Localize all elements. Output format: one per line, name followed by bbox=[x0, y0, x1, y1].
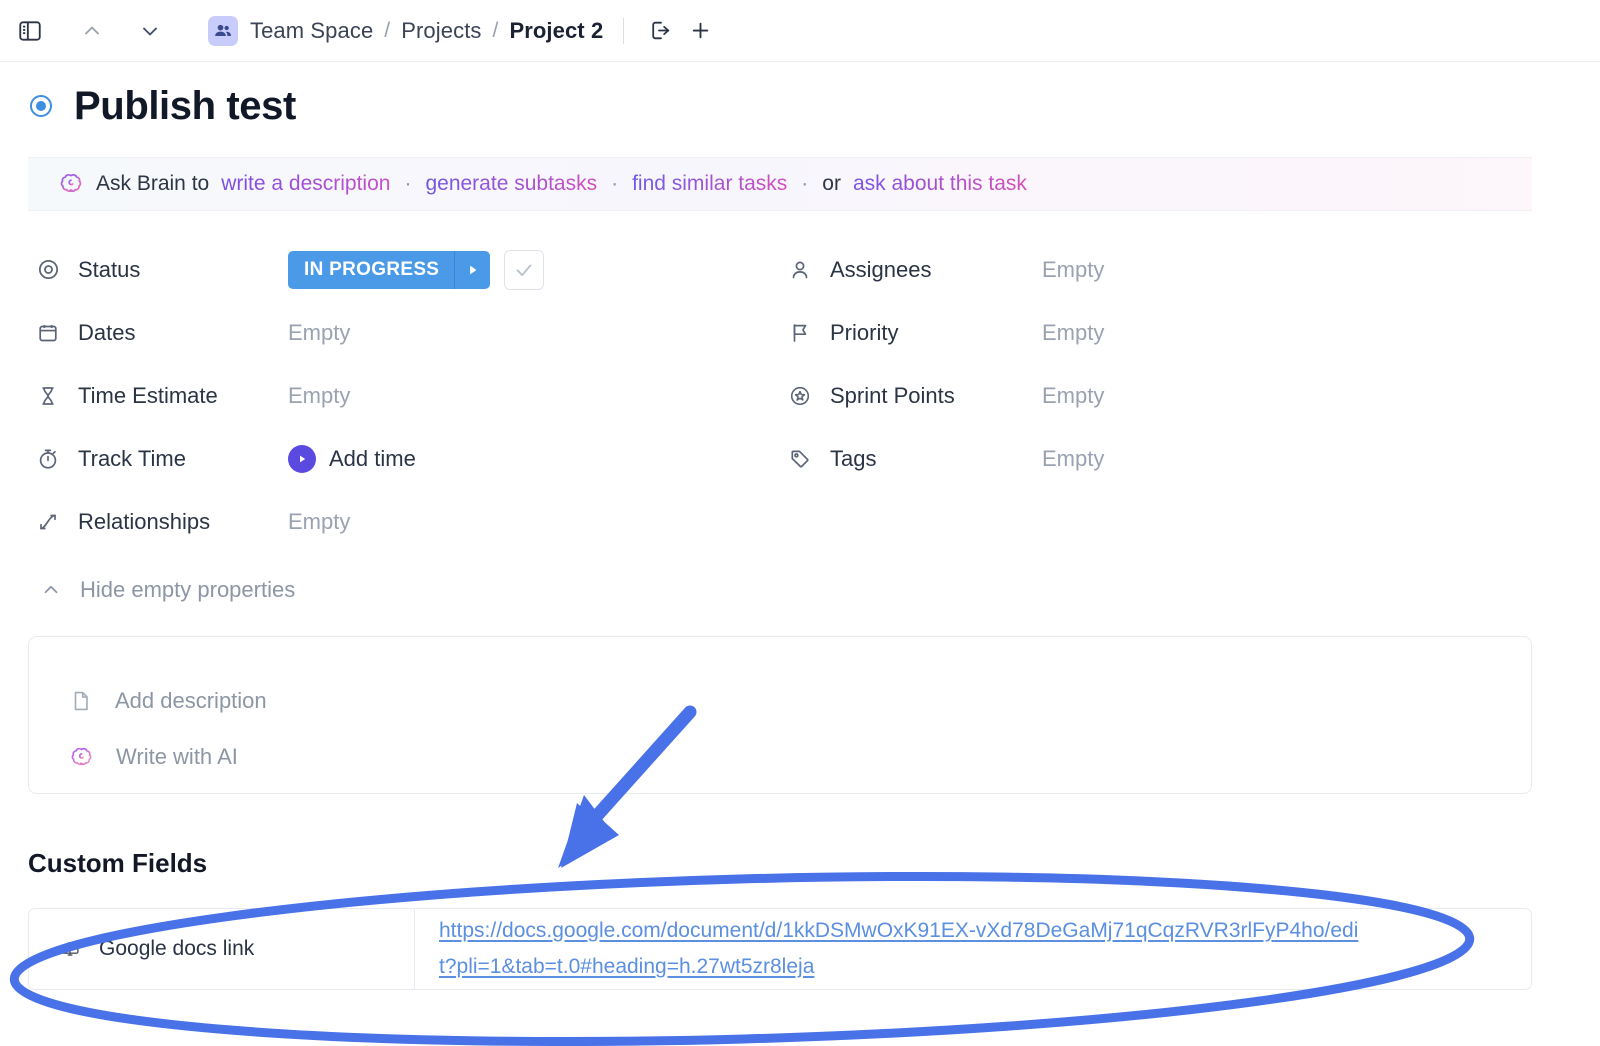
chevron-down-icon[interactable] bbox=[130, 11, 170, 51]
breadcrumb-item-projects[interactable]: Projects bbox=[401, 18, 481, 44]
property-label-time-estimate: Time Estimate bbox=[66, 383, 288, 409]
breadcrumb-item-project-2[interactable]: Project 2 bbox=[509, 18, 603, 44]
add-time-button[interactable]: Add time bbox=[288, 445, 416, 473]
add-description-label: Add description bbox=[115, 688, 267, 714]
properties-section: Status IN PROGRESS bbox=[0, 238, 1600, 553]
hide-empty-properties-label: Hide empty properties bbox=[80, 577, 295, 603]
plus-icon[interactable] bbox=[680, 11, 720, 51]
description-card: Add description Write with AI bbox=[28, 636, 1532, 794]
add-description-button[interactable]: Add description bbox=[69, 673, 1531, 729]
chevron-up-icon bbox=[40, 579, 62, 601]
document-icon bbox=[69, 689, 93, 713]
stopwatch-icon bbox=[36, 447, 66, 471]
calendar-icon bbox=[36, 321, 66, 345]
ai-banner-or: or bbox=[822, 172, 841, 196]
property-label-tags: Tags bbox=[818, 446, 1042, 472]
property-label-status: Status bbox=[66, 257, 288, 283]
team-space-avatar-icon[interactable] bbox=[208, 16, 238, 46]
ai-link-ask-about-task[interactable]: ask about this task bbox=[853, 172, 1027, 196]
property-label-dates: Dates bbox=[66, 320, 288, 346]
breadcrumb-item-team-space[interactable]: Team Space bbox=[250, 18, 373, 44]
property-value-relationships[interactable]: Empty bbox=[288, 509, 350, 535]
property-row-tags: Tags Empty bbox=[788, 427, 1480, 490]
ai-link-write-description[interactable]: write a description bbox=[221, 172, 390, 196]
add-time-label: Add time bbox=[329, 446, 416, 472]
ai-link-find-similar-tasks[interactable]: find similar tasks bbox=[632, 172, 787, 196]
property-row-relationships: Relationships Empty bbox=[36, 490, 780, 553]
custom-fields-table: Google docs link https://docs.google.com… bbox=[28, 908, 1532, 990]
page-title[interactable]: Publish test bbox=[74, 86, 296, 126]
property-row-priority: Priority Empty bbox=[788, 301, 1480, 364]
property-label-sprint-points: Sprint Points bbox=[818, 383, 1042, 409]
properties-left-column: Status IN PROGRESS bbox=[0, 238, 780, 553]
custom-fields-heading: Custom Fields bbox=[28, 848, 207, 879]
target-icon bbox=[36, 257, 66, 282]
relationships-icon bbox=[36, 510, 66, 534]
caret-right-icon[interactable] bbox=[454, 251, 490, 289]
task-title-row: Publish test bbox=[30, 86, 296, 126]
property-value-tags[interactable]: Empty bbox=[1042, 446, 1104, 472]
hide-empty-properties-button[interactable]: Hide empty properties bbox=[40, 577, 295, 603]
chevron-up-icon[interactable] bbox=[72, 11, 112, 51]
property-value-sprint-points[interactable]: Empty bbox=[1042, 383, 1104, 409]
breadcrumb-separator: / bbox=[384, 19, 390, 43]
status-button[interactable]: IN PROGRESS bbox=[288, 251, 490, 289]
panel-toggle-icon[interactable] bbox=[10, 11, 50, 51]
breadcrumb-separator: / bbox=[493, 19, 499, 43]
hourglass-icon bbox=[36, 384, 66, 408]
write-with-ai-button[interactable]: Write with AI bbox=[69, 729, 1531, 785]
property-row-sprint-points: Sprint Points Empty bbox=[788, 364, 1480, 427]
property-row-time-estimate: Time Estimate Empty bbox=[36, 364, 780, 427]
open-in-new-icon[interactable] bbox=[640, 11, 680, 51]
text-field-icon bbox=[59, 938, 81, 960]
property-label-assignees: Assignees bbox=[818, 257, 1042, 283]
property-row-dates: Dates Empty bbox=[36, 301, 780, 364]
toolbar-divider bbox=[623, 18, 624, 44]
property-value-priority[interactable]: Empty bbox=[1042, 320, 1104, 346]
custom-field-key-label: Google docs link bbox=[99, 937, 254, 961]
brain-icon bbox=[69, 745, 94, 770]
tag-icon bbox=[788, 447, 818, 471]
status-button-label: IN PROGRESS bbox=[288, 251, 454, 289]
property-label-relationships: Relationships bbox=[66, 509, 288, 535]
brain-icon bbox=[58, 171, 84, 197]
property-row-track-time: Track Time Add time bbox=[36, 427, 780, 490]
ai-banner-prefix: Ask Brain to bbox=[96, 172, 209, 196]
ai-suggestion-bar: Ask Brain to write a description · gener… bbox=[28, 157, 1532, 211]
ai-link-generate-subtasks[interactable]: generate subtasks bbox=[425, 172, 597, 196]
property-value-assignees[interactable]: Empty bbox=[1042, 257, 1104, 283]
write-with-ai-label: Write with AI bbox=[116, 744, 238, 770]
property-row-status: Status IN PROGRESS bbox=[36, 238, 780, 301]
status-dot-icon[interactable] bbox=[30, 95, 52, 117]
property-row-assignees: Assignees Empty bbox=[788, 238, 1480, 301]
mark-complete-button[interactable] bbox=[504, 250, 544, 290]
custom-field-key-cell[interactable]: Google docs link bbox=[29, 909, 415, 989]
play-icon bbox=[288, 445, 316, 473]
property-label-priority: Priority bbox=[818, 320, 1042, 346]
breadcrumb: Team Space / Projects / Project 2 bbox=[250, 18, 603, 44]
property-value-dates[interactable]: Empty bbox=[288, 320, 350, 346]
flag-icon bbox=[788, 321, 818, 345]
property-value-time-estimate[interactable]: Empty bbox=[288, 383, 350, 409]
property-label-track-time: Track Time bbox=[66, 446, 288, 472]
google-docs-link[interactable]: https://docs.google.com/document/d/1kkDS… bbox=[439, 913, 1364, 985]
user-icon bbox=[788, 258, 818, 282]
ai-separator: · bbox=[611, 172, 618, 196]
star-badge-icon bbox=[788, 384, 818, 408]
properties-right-column: Assignees Empty Priority Empty bbox=[780, 238, 1480, 553]
ai-separator: · bbox=[801, 172, 808, 196]
ai-separator: · bbox=[404, 172, 411, 196]
custom-field-value-cell: https://docs.google.com/document/d/1kkDS… bbox=[415, 909, 1531, 989]
top-toolbar: Team Space / Projects / Project 2 bbox=[0, 0, 1600, 62]
